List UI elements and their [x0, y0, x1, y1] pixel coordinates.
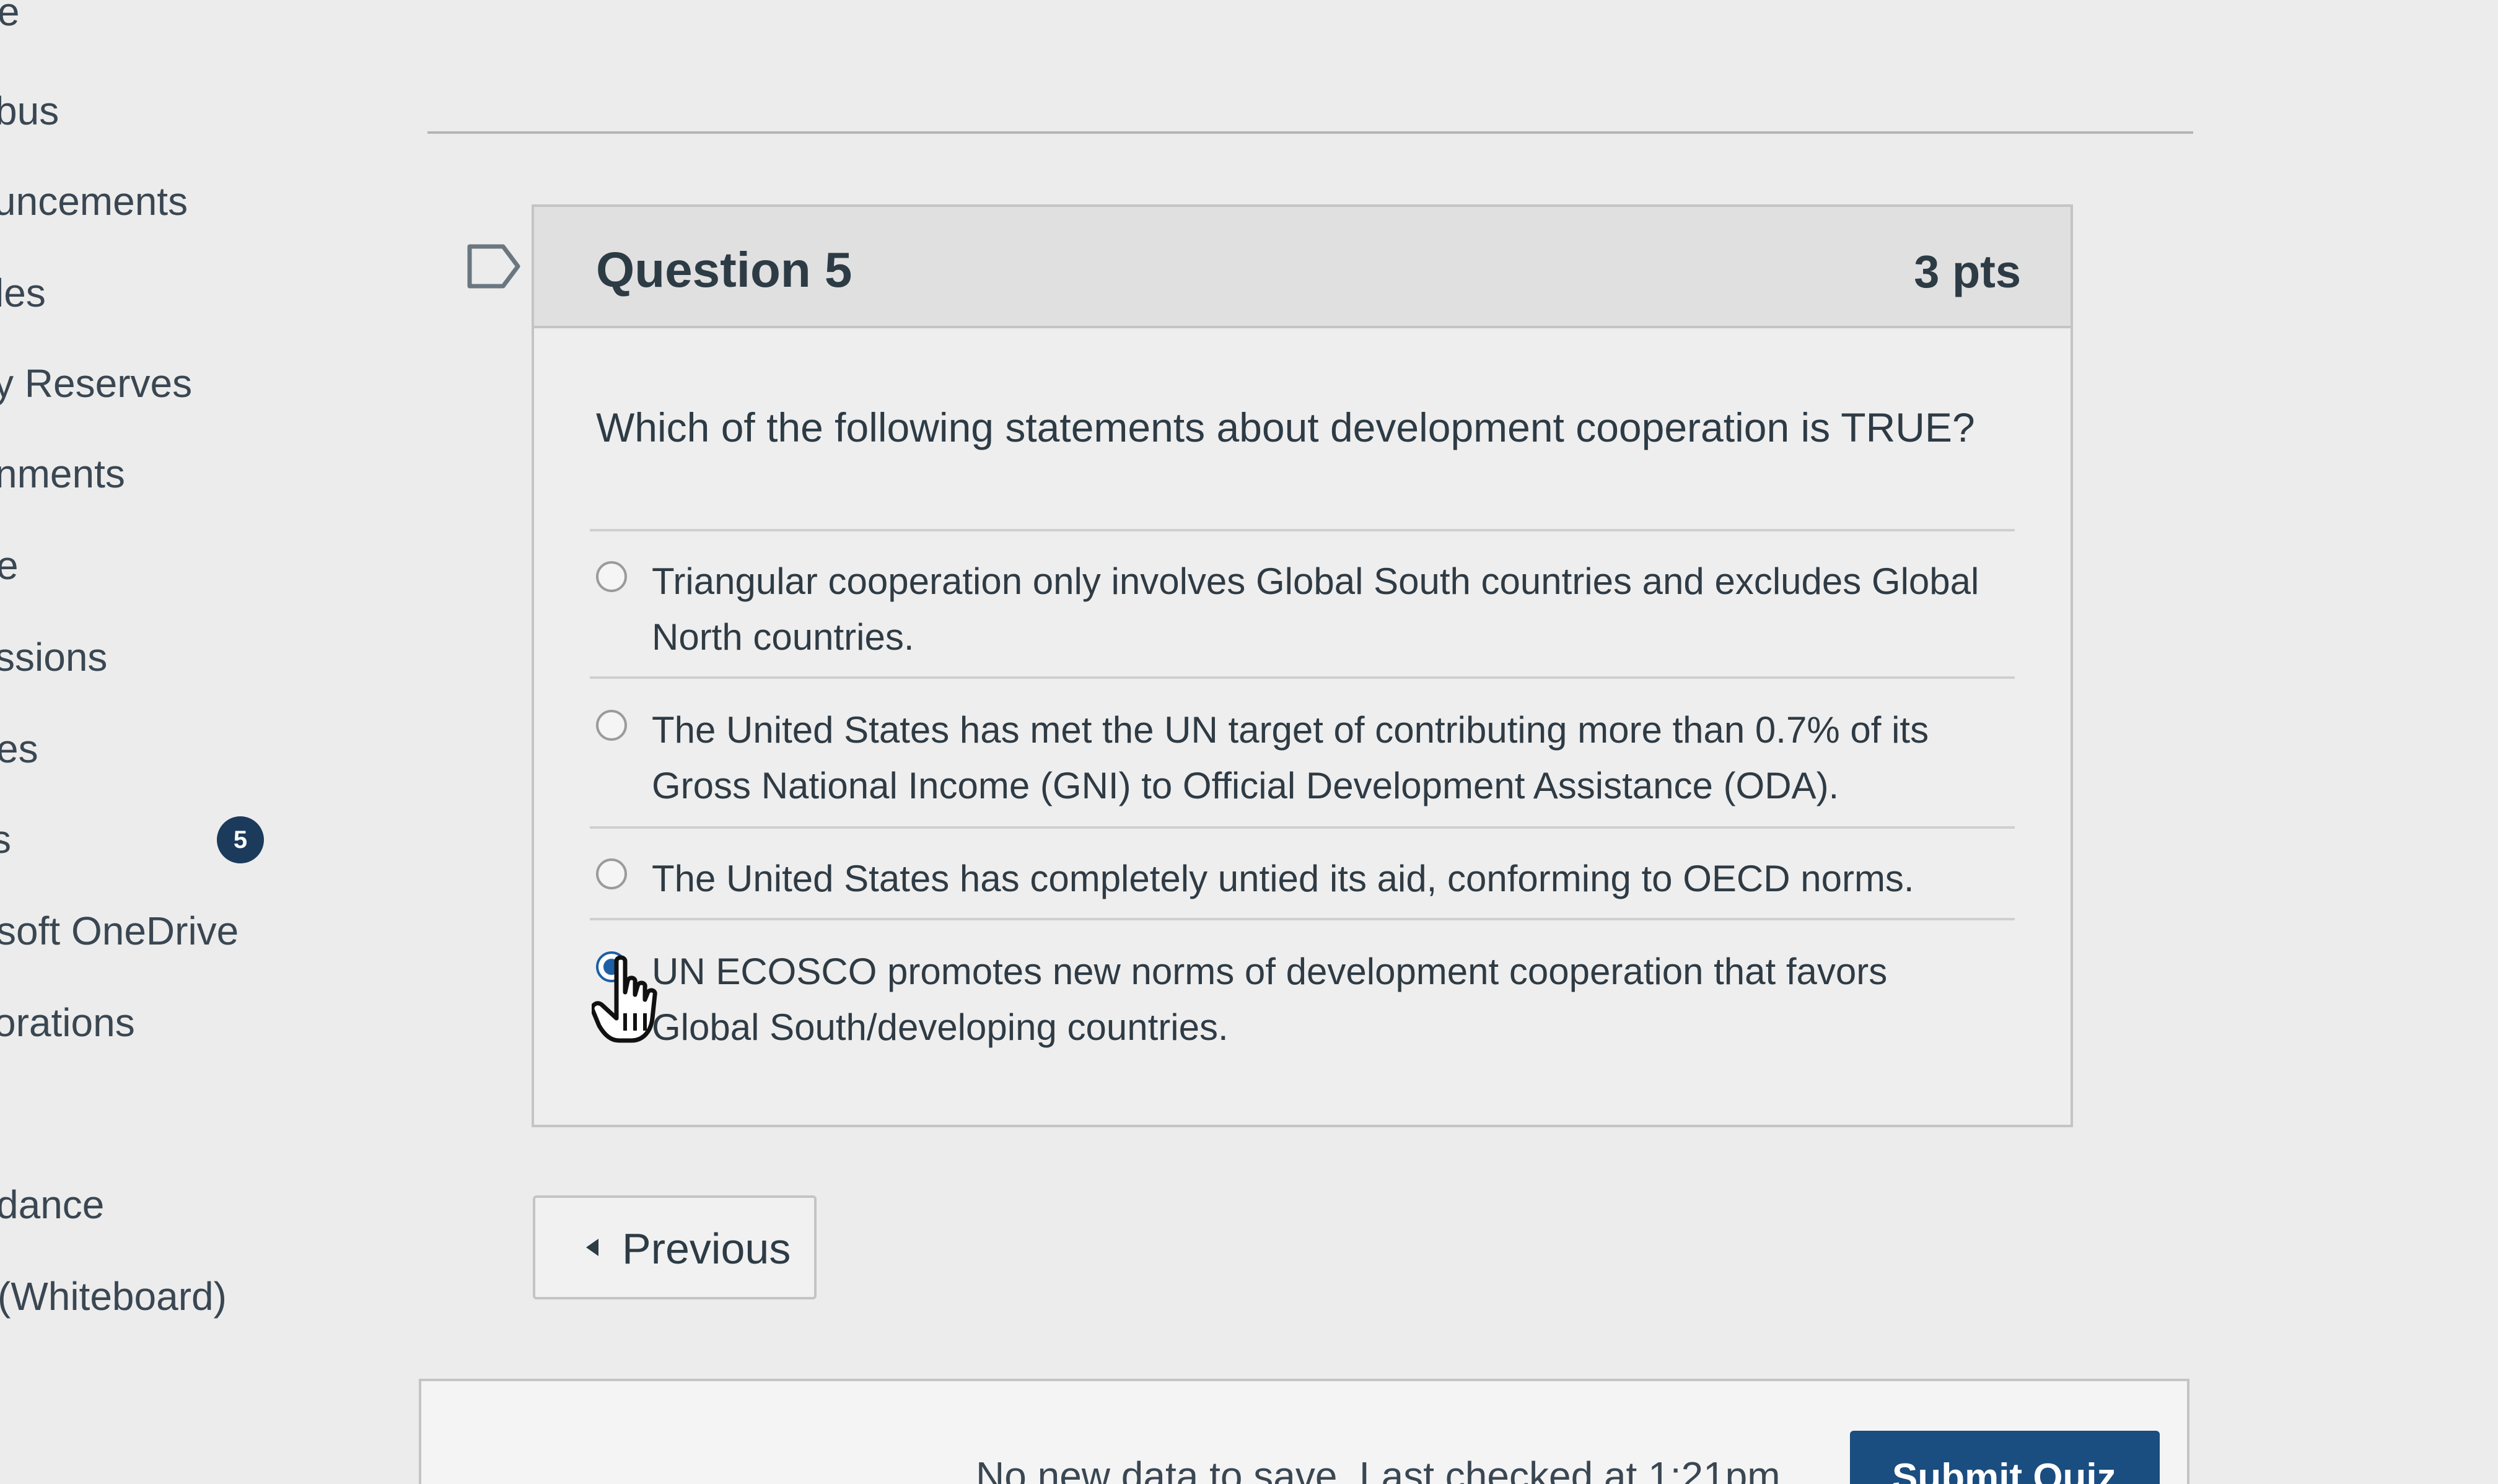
sidebar-item-collaborations[interactable]: orations	[0, 1000, 135, 1045]
sidebar-item-home[interactable]: e	[0, 0, 20, 35]
flag-question-icon[interactable]	[466, 243, 522, 290]
sidebar-item-whiteboard[interactable]: (Whiteboard)	[0, 1273, 227, 1319]
caret-left-icon	[586, 1239, 598, 1256]
question-title: Question 5	[596, 242, 852, 297]
sidebar-item-syllabus[interactable]: bus	[0, 88, 59, 134]
question-card: Question 5 3 pts Which of the following …	[532, 204, 2073, 1127]
answer-option-1[interactable]: Triangular cooperation only involves Glo…	[596, 554, 2021, 665]
question-points: 3 pts	[1914, 246, 2021, 297]
submit-quiz-button[interactable]: Submit Quiz	[1850, 1431, 2160, 1484]
answer-label: UN ECOSCO promotes new norms of developm…	[652, 951, 1888, 1048]
course-sidebar: e bus uncements les y Reserves nments e …	[0, 0, 372, 1484]
answer-label: Triangular cooperation only involves Glo…	[652, 561, 1979, 658]
answer-option-2[interactable]: The United States has met the UN target …	[596, 702, 2021, 814]
sidebar-item-e[interactable]: e	[0, 543, 19, 588]
question-text: Which of the following statements about …	[596, 404, 1975, 450]
answer-divider	[590, 676, 2015, 679]
sidebar-item-attendance[interactable]: dance	[0, 1182, 104, 1228]
submit-quiz-label: Submit Quiz	[1892, 1456, 2116, 1484]
answer-label: The United States has completely untied …	[652, 858, 1914, 899]
sidebar-item-announcements[interactable]: uncements	[0, 178, 188, 224]
sidebar-item-onedrive[interactable]: soft OneDrive	[0, 908, 239, 954]
hand-cursor-icon	[592, 955, 657, 1043]
previous-label: Previous	[622, 1224, 791, 1273]
answer-divider	[590, 529, 2015, 531]
sidebar-item-quizzes[interactable]: s	[0, 816, 11, 862]
sidebar-item-es[interactable]: es	[0, 726, 38, 772]
quiz-page: e bus uncements les y Reserves nments e …	[0, 0, 2498, 1484]
previous-button[interactable]: Previous	[533, 1195, 817, 1299]
radio-button[interactable]	[596, 561, 627, 592]
answer-option-4[interactable]: UN ECOSCO promotes new norms of developm…	[596, 944, 2021, 1055]
quiz-footer: No new data to save. Last checked at 1:2…	[419, 1379, 2189, 1484]
answer-divider	[590, 826, 2015, 829]
content-divider	[427, 131, 2193, 134]
sidebar-item-assignments[interactable]: nments	[0, 451, 125, 497]
question-header: Question 5 3 pts	[534, 207, 2071, 328]
answer-divider	[590, 918, 2015, 920]
radio-button[interactable]	[596, 858, 627, 889]
sidebar-item-discussions[interactable]: ssions	[0, 634, 107, 680]
radio-button[interactable]	[596, 710, 627, 741]
sidebar-item-modules[interactable]: les	[0, 270, 46, 316]
save-status: No new data to save. Last checked at 1:2…	[976, 1454, 1781, 1484]
answer-label: The United States has met the UN target …	[652, 709, 1929, 806]
notification-badge: 5	[217, 816, 264, 863]
answer-option-3[interactable]: The United States has completely untied …	[596, 851, 2021, 907]
sidebar-item-library-reserves[interactable]: y Reserves	[0, 360, 192, 406]
